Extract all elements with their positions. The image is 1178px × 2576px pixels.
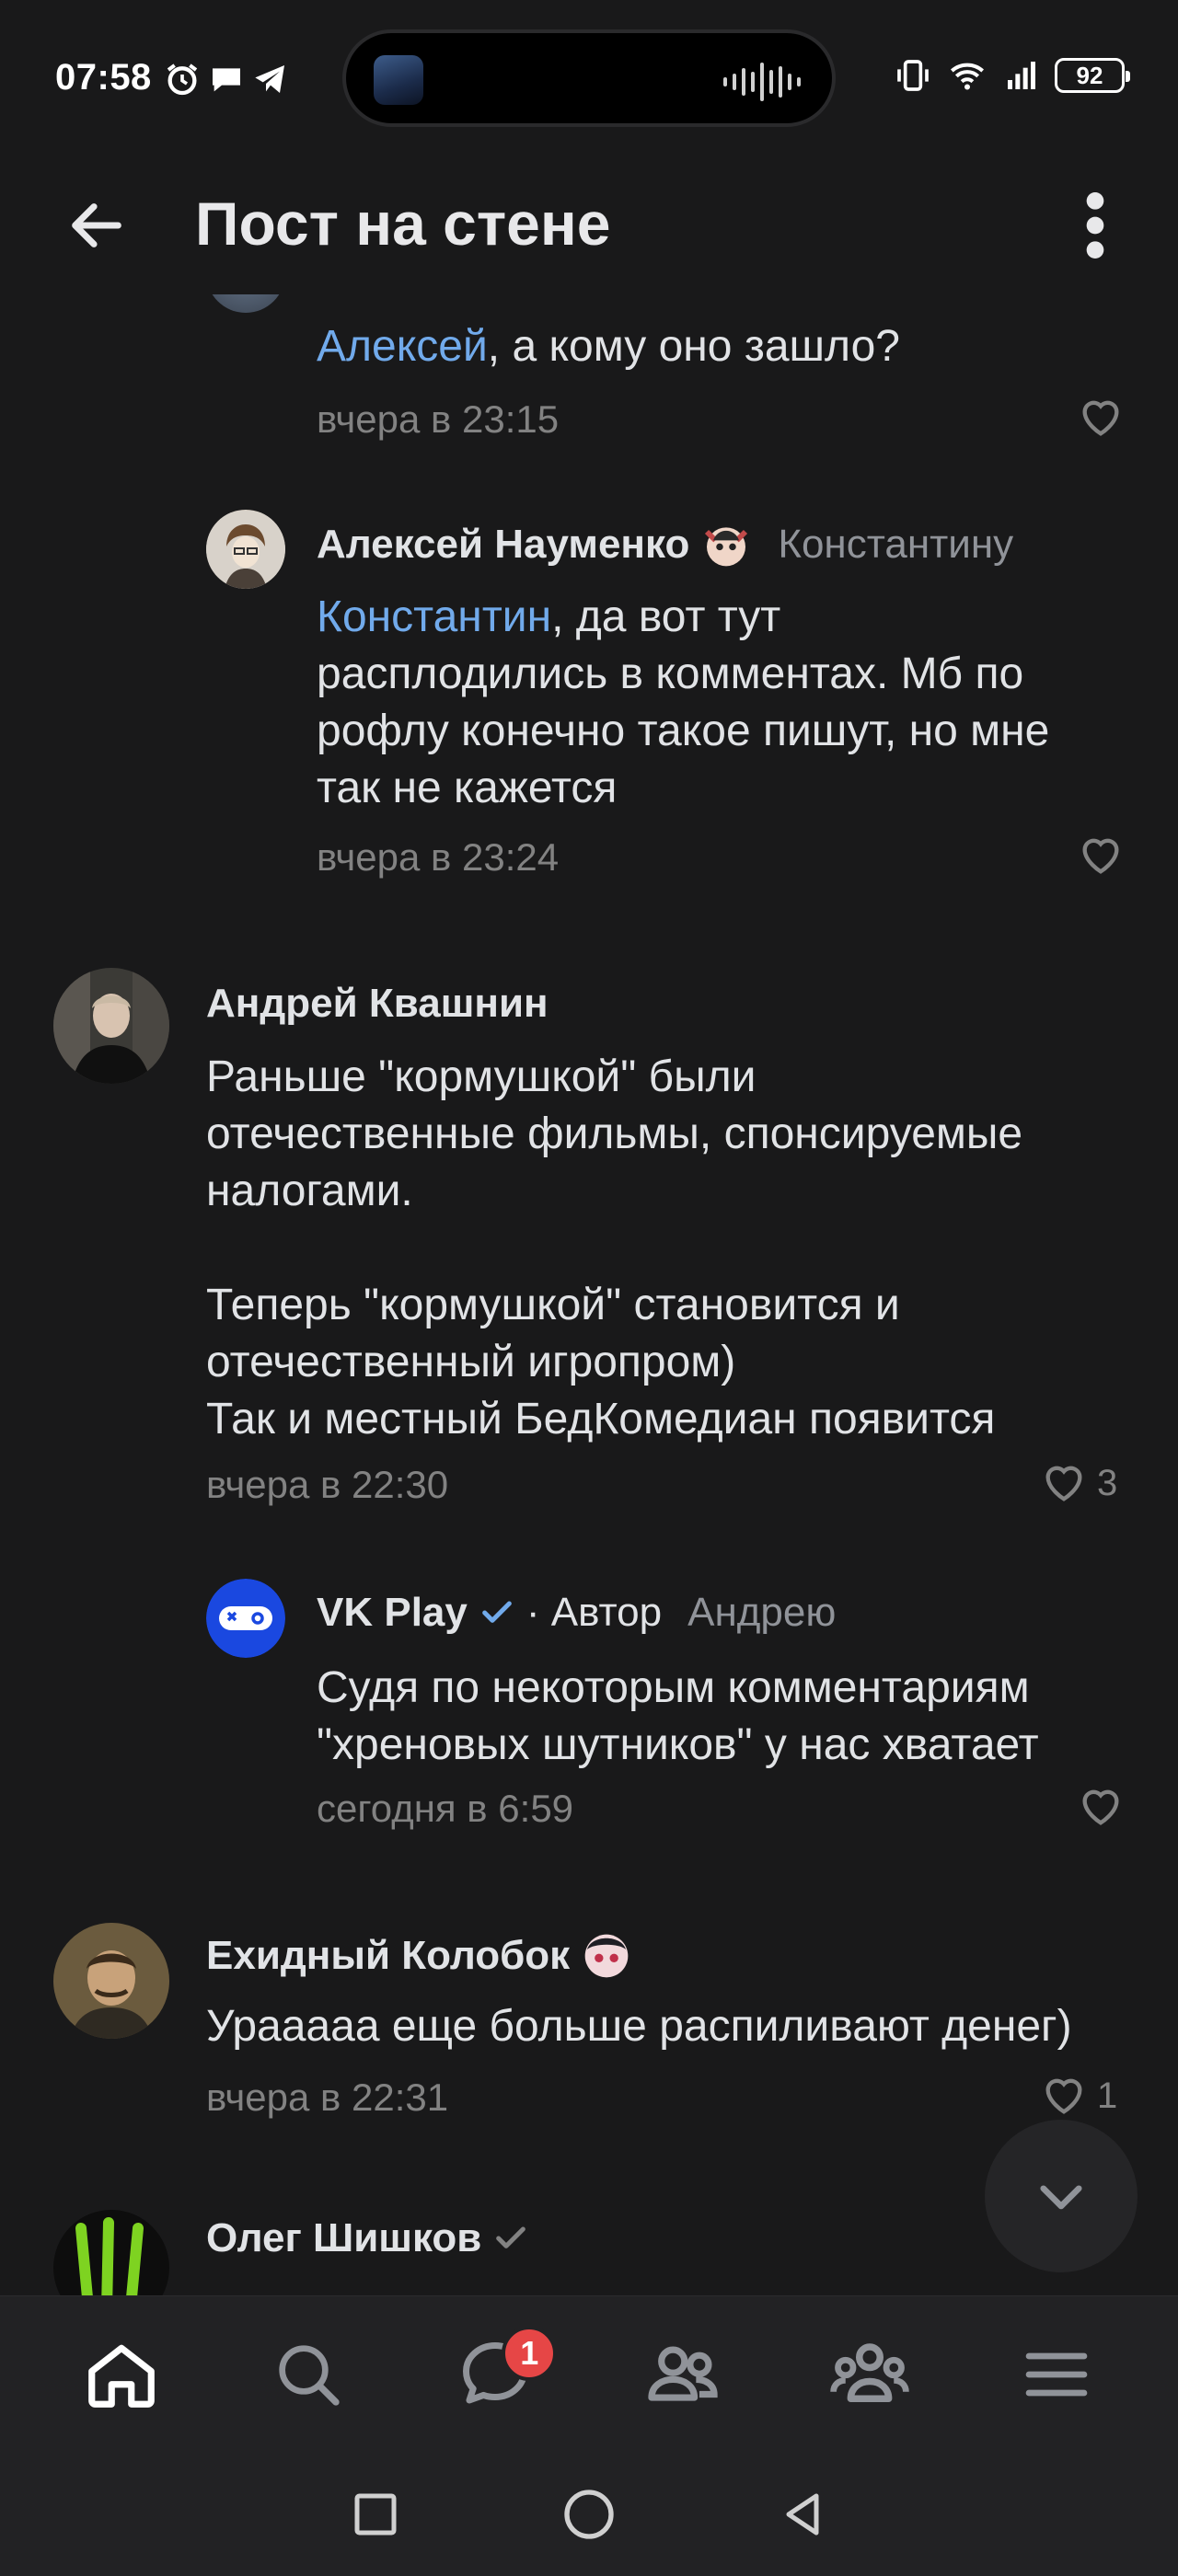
page-title: Пост на стене <box>195 190 611 258</box>
battery-level: 92 <box>1076 61 1103 89</box>
chevron-down-icon <box>1040 2185 1082 2210</box>
app-header: Пост на стене <box>0 156 1178 294</box>
system-navigation-bar <box>0 2452 1178 2576</box>
avatar[interactable] <box>53 1923 169 2039</box>
heart-icon <box>1045 2078 1082 2114</box>
bottom-navigation: 1 <box>0 2295 1178 2452</box>
like-count: 1 <box>1097 2075 1118 2116</box>
nav-menu[interactable] <box>1006 2324 1107 2425</box>
profile-sticker-icon <box>584 1934 629 1978</box>
comment-time: сегодня в 6:59 <box>317 1787 574 1830</box>
reply-to-label[interactable]: Константину <box>778 522 1013 568</box>
signal-icon <box>1008 62 1035 89</box>
like-button[interactable]: 1 <box>1040 2072 1117 2120</box>
like-button[interactable] <box>1077 832 1125 880</box>
heart-icon <box>1082 1789 1119 1825</box>
hamburger-menu-icon <box>1025 2352 1088 2396</box>
comment-body: , а кому оно зашло? <box>487 322 900 371</box>
nav-search[interactable] <box>258 2324 359 2425</box>
avatar-photo <box>53 968 169 1084</box>
comment-text: Урааааа еще больше распиливают денег) <box>206 2002 1072 2051</box>
status-notification-icons <box>164 61 289 98</box>
author-name[interactable]: Андрей Квашнин <box>206 981 549 1027</box>
avatar[interactable] <box>53 968 169 1084</box>
more-options-button[interactable] <box>1058 184 1132 267</box>
scroll-down-button[interactable] <box>985 2120 1138 2272</box>
app-screen: 07:58 92 Пост на стене Алексей, а кому о… <box>0 0 1178 2576</box>
author-name[interactable]: Ехидный Колобок <box>206 1933 570 1979</box>
battery-indicator: 92 <box>1055 58 1130 93</box>
author-name[interactable]: Алексей Науменко <box>317 522 689 568</box>
author-name[interactable]: Олег Шишков <box>206 2215 481 2261</box>
avatar-illustration <box>206 510 285 589</box>
alarm-icon <box>167 63 198 96</box>
vibrate-icon <box>897 60 929 91</box>
back-button[interactable] <box>55 184 138 267</box>
mention-link[interactable]: Константин <box>317 592 551 641</box>
status-system-icons: 92 <box>893 57 1130 94</box>
avatar[interactable] <box>53 2210 169 2295</box>
back-triangle-icon[interactable] <box>775 2487 830 2542</box>
nav-communities[interactable] <box>819 2324 920 2425</box>
chat-bubble-icon <box>213 68 240 92</box>
like-button[interactable] <box>1077 1783 1125 1831</box>
status-bar: 07:58 92 <box>0 0 1178 156</box>
heart-icon <box>1082 400 1119 436</box>
home-icon <box>87 2344 155 2408</box>
comments-feed[interactable]: Алексей, а кому оно зашло? вчера в 23:15… <box>0 294 1178 2295</box>
verified-check-icon <box>496 2226 526 2248</box>
more-vertical-icon <box>1086 192 1104 259</box>
comment-author: Ехидный Колобок <box>206 1930 632 1982</box>
communities-icon <box>830 2342 909 2402</box>
nav-messages[interactable]: 1 <box>445 2324 558 2425</box>
comment-text: Алексей, а кому оно зашло? <box>317 318 900 375</box>
author-tag: · Автор <box>525 1590 663 1635</box>
audio-wave-icon <box>723 63 801 101</box>
dynamic-island <box>342 29 836 127</box>
comment-time: вчера в 23:15 <box>317 397 560 441</box>
like-button[interactable]: 3 <box>1040 1459 1117 1507</box>
reply-to-label[interactable]: Андрею <box>687 1590 836 1636</box>
media-album-art <box>374 55 423 105</box>
profile-sticker-icon <box>705 527 748 567</box>
arrow-left-icon <box>72 203 121 247</box>
comment-text: Константин, да вот тут расплодились в ко… <box>317 589 1136 817</box>
comment-author: Алексей Науменко Константину <box>317 519 1013 570</box>
heart-icon <box>1082 838 1119 874</box>
author-name[interactable]: VK Play <box>317 1590 468 1636</box>
like-button[interactable] <box>1077 394 1125 442</box>
status-time: 07:58 <box>55 57 152 98</box>
wifi-icon <box>951 63 984 90</box>
avatar[interactable] <box>206 294 285 313</box>
comment-author: Олег Шишков <box>206 2215 529 2261</box>
home-circle-icon[interactable] <box>560 2485 618 2544</box>
verified-check-icon <box>482 1601 512 1623</box>
vk-play-logo-icon <box>206 1579 285 1658</box>
mention-link[interactable]: Алексей <box>317 322 488 371</box>
monster-energy-logo-icon <box>53 2210 169 2295</box>
nav-friends[interactable] <box>632 2324 733 2425</box>
comment-text: Раньше "кормушкой" были отечественные фи… <box>206 1052 1023 1443</box>
comment-author: VK Play · Автор Андрею <box>317 1590 836 1636</box>
like-count: 3 <box>1097 1462 1118 1503</box>
heart-icon <box>1045 1466 1082 1501</box>
friends-icon <box>648 2346 718 2401</box>
comment-text: Судя по некоторым комментариям "хреновых… <box>317 1663 1039 1769</box>
avatar[interactable] <box>206 1579 285 1658</box>
avatar[interactable] <box>206 510 285 589</box>
telegram-icon <box>255 65 284 93</box>
nav-home[interactable] <box>71 2324 172 2425</box>
comment-time: вчера в 22:30 <box>206 1463 449 1506</box>
comment-author: Андрей Квашнин <box>206 981 549 1027</box>
messages-badge: 1 <box>502 2325 558 2381</box>
comment-time: вчера в 22:31 <box>206 2076 449 2119</box>
recent-apps-square-icon[interactable] <box>348 2487 403 2542</box>
avatar-painting <box>53 1923 169 2039</box>
search-icon <box>279 2344 340 2406</box>
comment-time: вчера в 23:24 <box>317 835 560 879</box>
